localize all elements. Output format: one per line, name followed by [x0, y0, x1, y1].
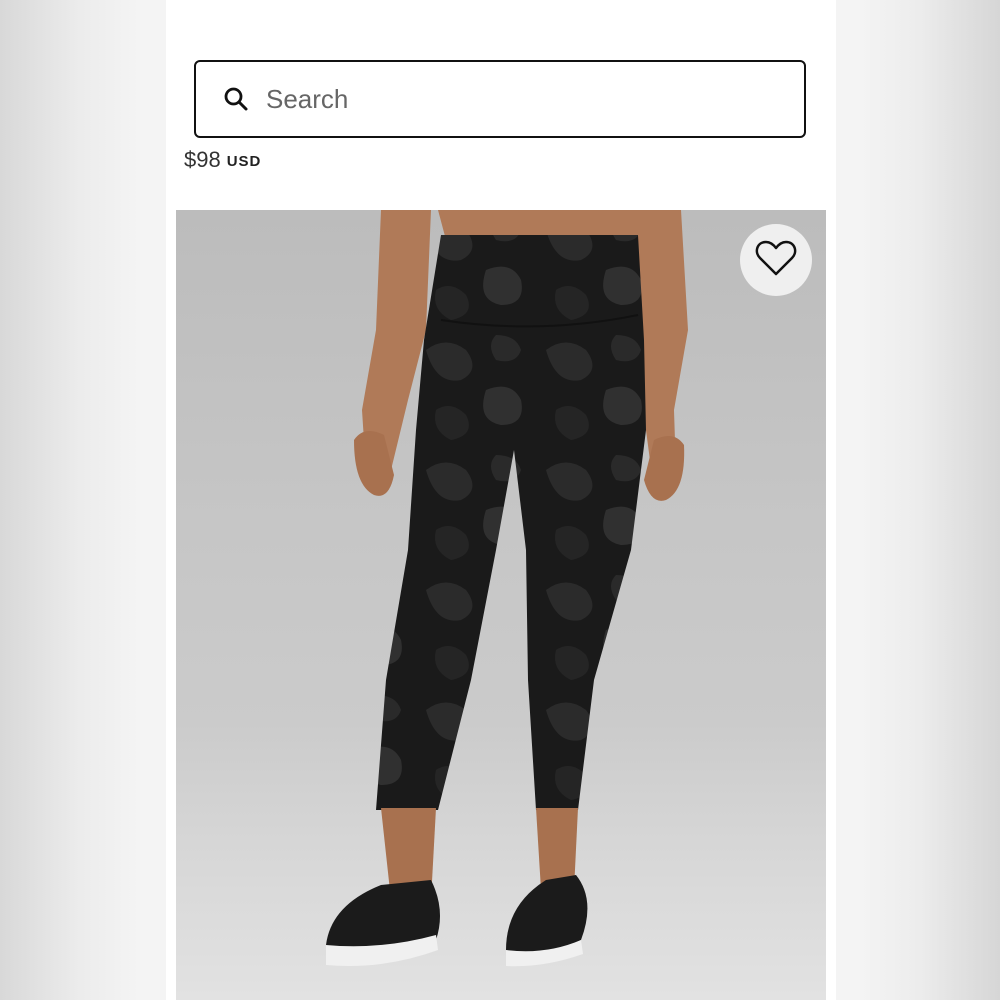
search-bar[interactable]	[194, 60, 806, 138]
product-image[interactable]	[176, 210, 826, 1000]
price-row: $98 USD	[184, 150, 261, 174]
product-price: $98	[184, 150, 221, 172]
price-currency: USD	[226, 153, 262, 170]
leggings-photo	[326, 210, 688, 967]
page: $98 USD	[166, 0, 836, 1000]
wishlist-button[interactable]	[740, 224, 812, 296]
search-icon[interactable]	[222, 85, 250, 113]
heart-icon	[755, 239, 797, 282]
search-input[interactable]	[264, 61, 804, 137]
